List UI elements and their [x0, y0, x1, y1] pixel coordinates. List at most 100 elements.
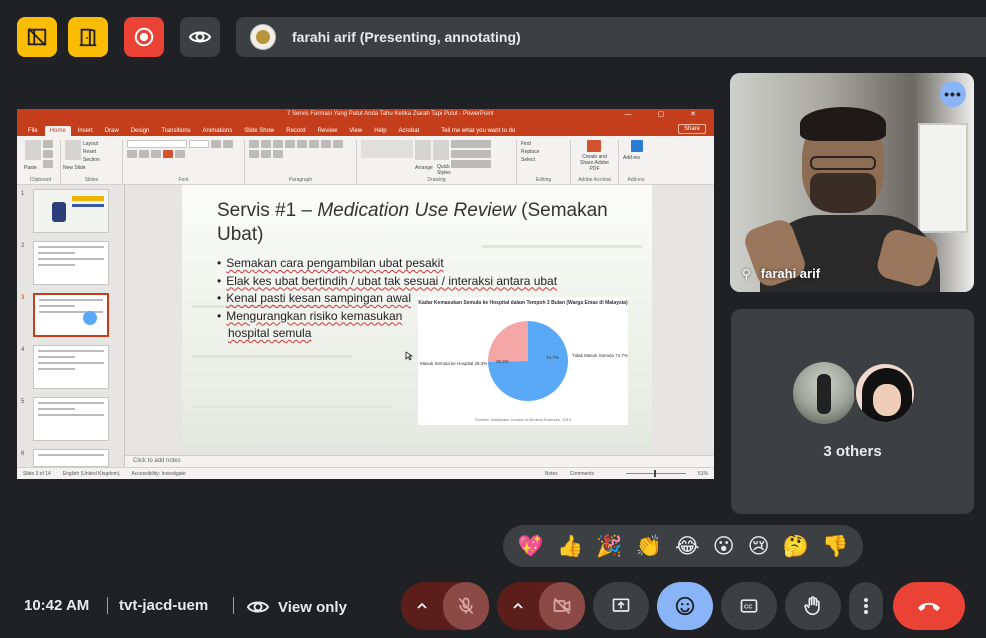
eye-icon	[246, 601, 270, 613]
captions-button[interactable]: CC	[721, 582, 777, 630]
presenter-banner: farahi arif (Presenting, annotating)	[236, 17, 986, 57]
door-button[interactable]	[68, 17, 108, 57]
find-label[interactable]: Find	[521, 140, 539, 148]
mic-options-button[interactable]	[401, 582, 443, 630]
thinking-reaction[interactable]: 🤔	[783, 534, 809, 558]
present-screen-icon	[612, 598, 630, 612]
slide-thumbnail[interactable]	[33, 397, 109, 441]
arrange-icon[interactable]	[415, 140, 431, 160]
thumbs-down-reaction[interactable]: 👎	[822, 534, 848, 558]
participant-name-text: farahi arif	[760, 266, 821, 281]
camera-button[interactable]	[539, 582, 585, 630]
svg-text:CC: CC	[744, 605, 753, 611]
tab-acrobat[interactable]: Acrobat	[394, 126, 425, 136]
notes-toggle[interactable]: Notes	[545, 471, 558, 477]
create-pdf-icon[interactable]	[587, 140, 601, 152]
view-only-indicator[interactable]: View only	[246, 595, 347, 619]
presenter-label: farahi arif (Presenting, annotating)	[292, 29, 521, 45]
slide-thumbnail[interactable]	[33, 449, 109, 467]
surprised-reaction[interactable]: 😮	[713, 534, 735, 558]
camera-group	[497, 582, 585, 630]
select-label[interactable]: Select	[521, 156, 539, 164]
section-label[interactable]: Section	[83, 156, 100, 164]
tab-design[interactable]: Design	[126, 126, 155, 136]
pie-chart: Kadar Kemasukan Semula ke Hospital dalam…	[418, 297, 628, 425]
comments-toggle[interactable]: Comments	[570, 471, 594, 477]
record-button[interactable]	[124, 17, 164, 57]
pin-icon[interactable]: ⚲	[742, 267, 751, 281]
thumbs-up-reaction[interactable]: 👍	[557, 534, 583, 558]
notes-pane[interactable]: Click to add notes	[125, 455, 714, 467]
new-slide-icon[interactable]	[65, 140, 81, 160]
slide-counter: Slide 3 of 14	[23, 470, 51, 477]
crying-reaction[interactable]: 😢	[748, 534, 770, 558]
slide-thumbnails: 1 2 3 4 5 6	[17, 185, 125, 467]
participant-tile-main[interactable]: ••• ⚲ farahi arif	[730, 73, 974, 292]
slide-thumbnail[interactable]	[33, 345, 109, 389]
reactions-button[interactable]	[657, 582, 713, 630]
zoom-level[interactable]: 51%	[698, 471, 708, 477]
create-share-label[interactable]: Create and Share Adobe PDF	[575, 154, 614, 172]
tab-transitions[interactable]: Transitions	[156, 126, 195, 136]
tab-file[interactable]: File	[23, 126, 43, 136]
layout-label[interactable]: Layout	[83, 140, 100, 148]
tab-help[interactable]: Help	[369, 126, 391, 136]
replace-label[interactable]: Replace	[521, 148, 539, 156]
new-slide-label: New Slide	[63, 165, 86, 171]
layout-off-button[interactable]	[17, 17, 57, 57]
more-options-button[interactable]	[849, 582, 883, 630]
slide-thumbnail-selected[interactable]	[33, 293, 109, 337]
camera-off-icon	[553, 597, 571, 615]
drawing-group-label: Drawing	[427, 177, 446, 183]
paste-icon[interactable]	[25, 140, 41, 160]
accessibility-status[interactable]: Accessibility: Investigate	[132, 471, 186, 477]
sparkling-heart-reaction[interactable]: 💖	[518, 534, 544, 558]
slide-thumbnail[interactable]	[33, 189, 109, 233]
ribbon-group-slides: Layout Reset Section New Slide Slides	[61, 140, 123, 184]
others-tile[interactable]: 3 others	[731, 309, 974, 514]
add-ins-icon[interactable]	[631, 140, 643, 152]
tab-insert[interactable]: Insert	[73, 126, 98, 136]
quick-styles-icon[interactable]	[433, 140, 449, 160]
ribbon-group-editing: Find Replace Select Editing	[517, 140, 571, 184]
ribbon: Paste Clipboard Layout Reset Section New…	[17, 136, 714, 185]
tears-of-joy-reaction[interactable]: 😂	[675, 534, 700, 558]
party-popper-reaction[interactable]: 🎉	[596, 534, 622, 558]
tab-animations[interactable]: Animations	[198, 126, 238, 136]
tab-view[interactable]: View	[344, 126, 367, 136]
reset-label[interactable]: Reset	[83, 148, 100, 156]
clapping-reaction[interactable]: 👏	[636, 534, 662, 558]
language-status[interactable]: English (United Kingdom)	[63, 471, 120, 477]
window-controls[interactable]: — ▢ ✕	[625, 110, 708, 118]
slide-thumbnail[interactable]	[33, 241, 109, 285]
tab-home[interactable]: Home	[44, 126, 71, 136]
thumb-number: 3	[21, 295, 25, 301]
share-button[interactable]: Share	[677, 124, 706, 134]
camera-options-button[interactable]	[497, 582, 539, 630]
chart-label-left: Masuk Semula ke Hospital 25.3%	[420, 361, 488, 366]
more-options-icon[interactable]: •••	[940, 81, 966, 107]
view-button[interactable]	[180, 17, 220, 57]
others-count: 3 others	[823, 443, 882, 460]
smiley-icon	[675, 596, 695, 616]
ribbon-group-paragraph: Paragraph	[245, 140, 357, 184]
shared-presentation[interactable]: 7 Servis Farmasi Yang Patut Anda Tahu Ke…	[17, 109, 714, 479]
tab-record[interactable]: Record	[281, 126, 310, 136]
tab-draw[interactable]: Draw	[100, 126, 124, 136]
tab-slide-show[interactable]: Slide Show	[239, 126, 279, 136]
slide-canvas: Servis #1 – Medication Use Review (Semak…	[125, 185, 714, 455]
add-ins-label[interactable]: Add-ins	[623, 154, 640, 162]
mic-button[interactable]	[443, 582, 489, 630]
raise-hand-button[interactable]	[785, 582, 841, 630]
present-button[interactable]	[593, 582, 649, 630]
tell-me-search[interactable]: Tell me what you want to do	[436, 126, 520, 136]
tab-review[interactable]: Review	[313, 126, 343, 136]
mic-off-icon	[458, 597, 474, 615]
current-slide[interactable]: Servis #1 – Medication Use Review (Semak…	[182, 185, 652, 447]
zoom-slider[interactable]	[625, 470, 686, 477]
slice-inner-label-right: 74.7%	[546, 355, 559, 360]
ribbon-group-clipboard: Paste Clipboard	[21, 140, 61, 184]
leave-call-button[interactable]	[893, 582, 965, 630]
divider	[233, 597, 234, 614]
eye-icon	[188, 31, 212, 43]
